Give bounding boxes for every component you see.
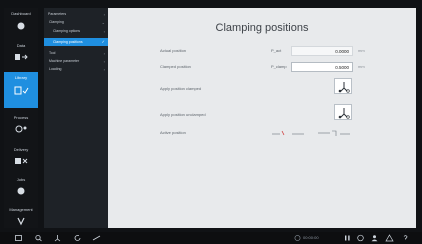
chevron-right-icon: › [103,12,105,17]
tool-icon[interactable] [53,234,62,242]
field-actual-position: Actual position P_act 0.0000 mm [108,46,416,58]
nav-item-jobs[interactable]: Jobs [4,174,38,204]
submenu-item-tool[interactable]: Tool › [44,50,108,57]
field-symbol: P_act [271,48,282,53]
chevron-right-icon: › [103,59,105,64]
apply-unclamped-button[interactable] [334,104,352,120]
actual-position-value: 0.0000 [291,46,353,56]
submenu-item-parameters[interactable]: Parameters › [44,11,108,18]
field-symbol: P_clamp [271,64,287,69]
submenu-item-loading[interactable]: Loading › [44,66,108,73]
help-icon[interactable] [401,234,410,242]
submenu: Parameters › Clamping ⌄ Clamping options… [44,8,108,228]
main-panel: Clamping positions Actual position P_act… [108,8,416,228]
delivery-icon [15,158,28,164]
warning-icon[interactable] [385,234,394,242]
clamp-icon [338,82,350,93]
active-position-row: Active position [108,128,416,140]
submenu-item-clamping-positions[interactable]: Clamping positions ✓ [44,38,108,46]
field-clamped-position: Clamped position P_clamp 0.5000 mm [108,62,416,74]
pen-icon[interactable] [92,234,101,242]
nav-item-label: Data [16,43,26,48]
process-icon [15,125,27,133]
chevron-right-icon: › [103,51,105,56]
field-label: Clamped position [160,64,191,69]
unclamp-icon [338,108,350,119]
jobs-icon [17,187,25,195]
home-icon[interactable] [14,234,23,242]
left-nav: Dashboard Data Library Process Delivery [4,8,38,228]
submenu-item-label: Parameters [48,12,67,16]
global-icon[interactable] [356,234,365,242]
nav-item-label: Library [14,75,28,80]
clamped-position-input[interactable]: 0.5000 [291,62,353,72]
refresh-icon[interactable] [73,234,82,242]
nav-item-label: Process [13,115,29,120]
submenu-item-label: Clamping positions [53,40,83,44]
submenu-item-clamping[interactable]: Clamping ⌄ [44,19,108,26]
chevron-right-icon: › [103,29,105,34]
action-row-clamped: Apply position clamped [108,84,416,96]
submenu-item-label: Clamping [49,20,64,24]
submenu-item-label: Machine parameter [49,59,80,63]
nav-item-delivery[interactable]: Delivery [4,144,38,174]
search-icon[interactable] [34,234,43,242]
page-title: Clamping positions [215,22,309,34]
nav-item-data[interactable]: Data [4,40,38,70]
submenu-item-machine-parameter[interactable]: Machine parameter › [44,58,108,65]
library-icon [14,86,29,95]
pointer-icon [17,22,25,30]
pause-icon[interactable] [343,234,352,242]
chevron-down-icon: ⌄ [101,20,105,25]
submenu-item-label: Loading [49,67,62,71]
management-icon [17,217,25,226]
nav-item-management[interactable]: Management [4,204,38,234]
clock-time: 00:00:00 [303,234,319,240]
active-position-label: Active position [160,130,186,135]
nav-item-label: Jobs [16,177,26,182]
nav-item-dashboard[interactable]: Dashboard [4,8,38,38]
taskbar: 00:00:00 [0,232,422,244]
field-unit: mm [358,64,365,69]
nav-item-library[interactable]: Library [4,72,38,108]
action-row-unclamped: Apply position unclamped [108,110,416,122]
checkmark-icon: ✓ [101,39,105,44]
submenu-item-clamping-options[interactable]: Clamping options › [44,28,108,35]
user-icon[interactable] [370,234,379,242]
nav-item-process[interactable]: Process [4,112,38,142]
submenu-item-label: Clamping options [53,29,81,33]
action-label: Apply position clamped [160,86,202,91]
submenu-item-label: Tool [49,51,56,55]
active-position-indicator [272,130,350,136]
data-transfer-icon [15,54,28,60]
field-unit: mm [358,48,365,53]
nav-item-label: Management [9,207,33,212]
chevron-right-icon: › [103,67,105,72]
nav-item-label: Delivery [13,147,29,152]
apply-clamped-button[interactable] [334,78,352,94]
action-label: Apply position unclamped [160,112,206,117]
field-label: Actual position [160,48,187,53]
clock-icon [294,235,301,241]
nav-item-label: Dashboard [11,11,31,16]
